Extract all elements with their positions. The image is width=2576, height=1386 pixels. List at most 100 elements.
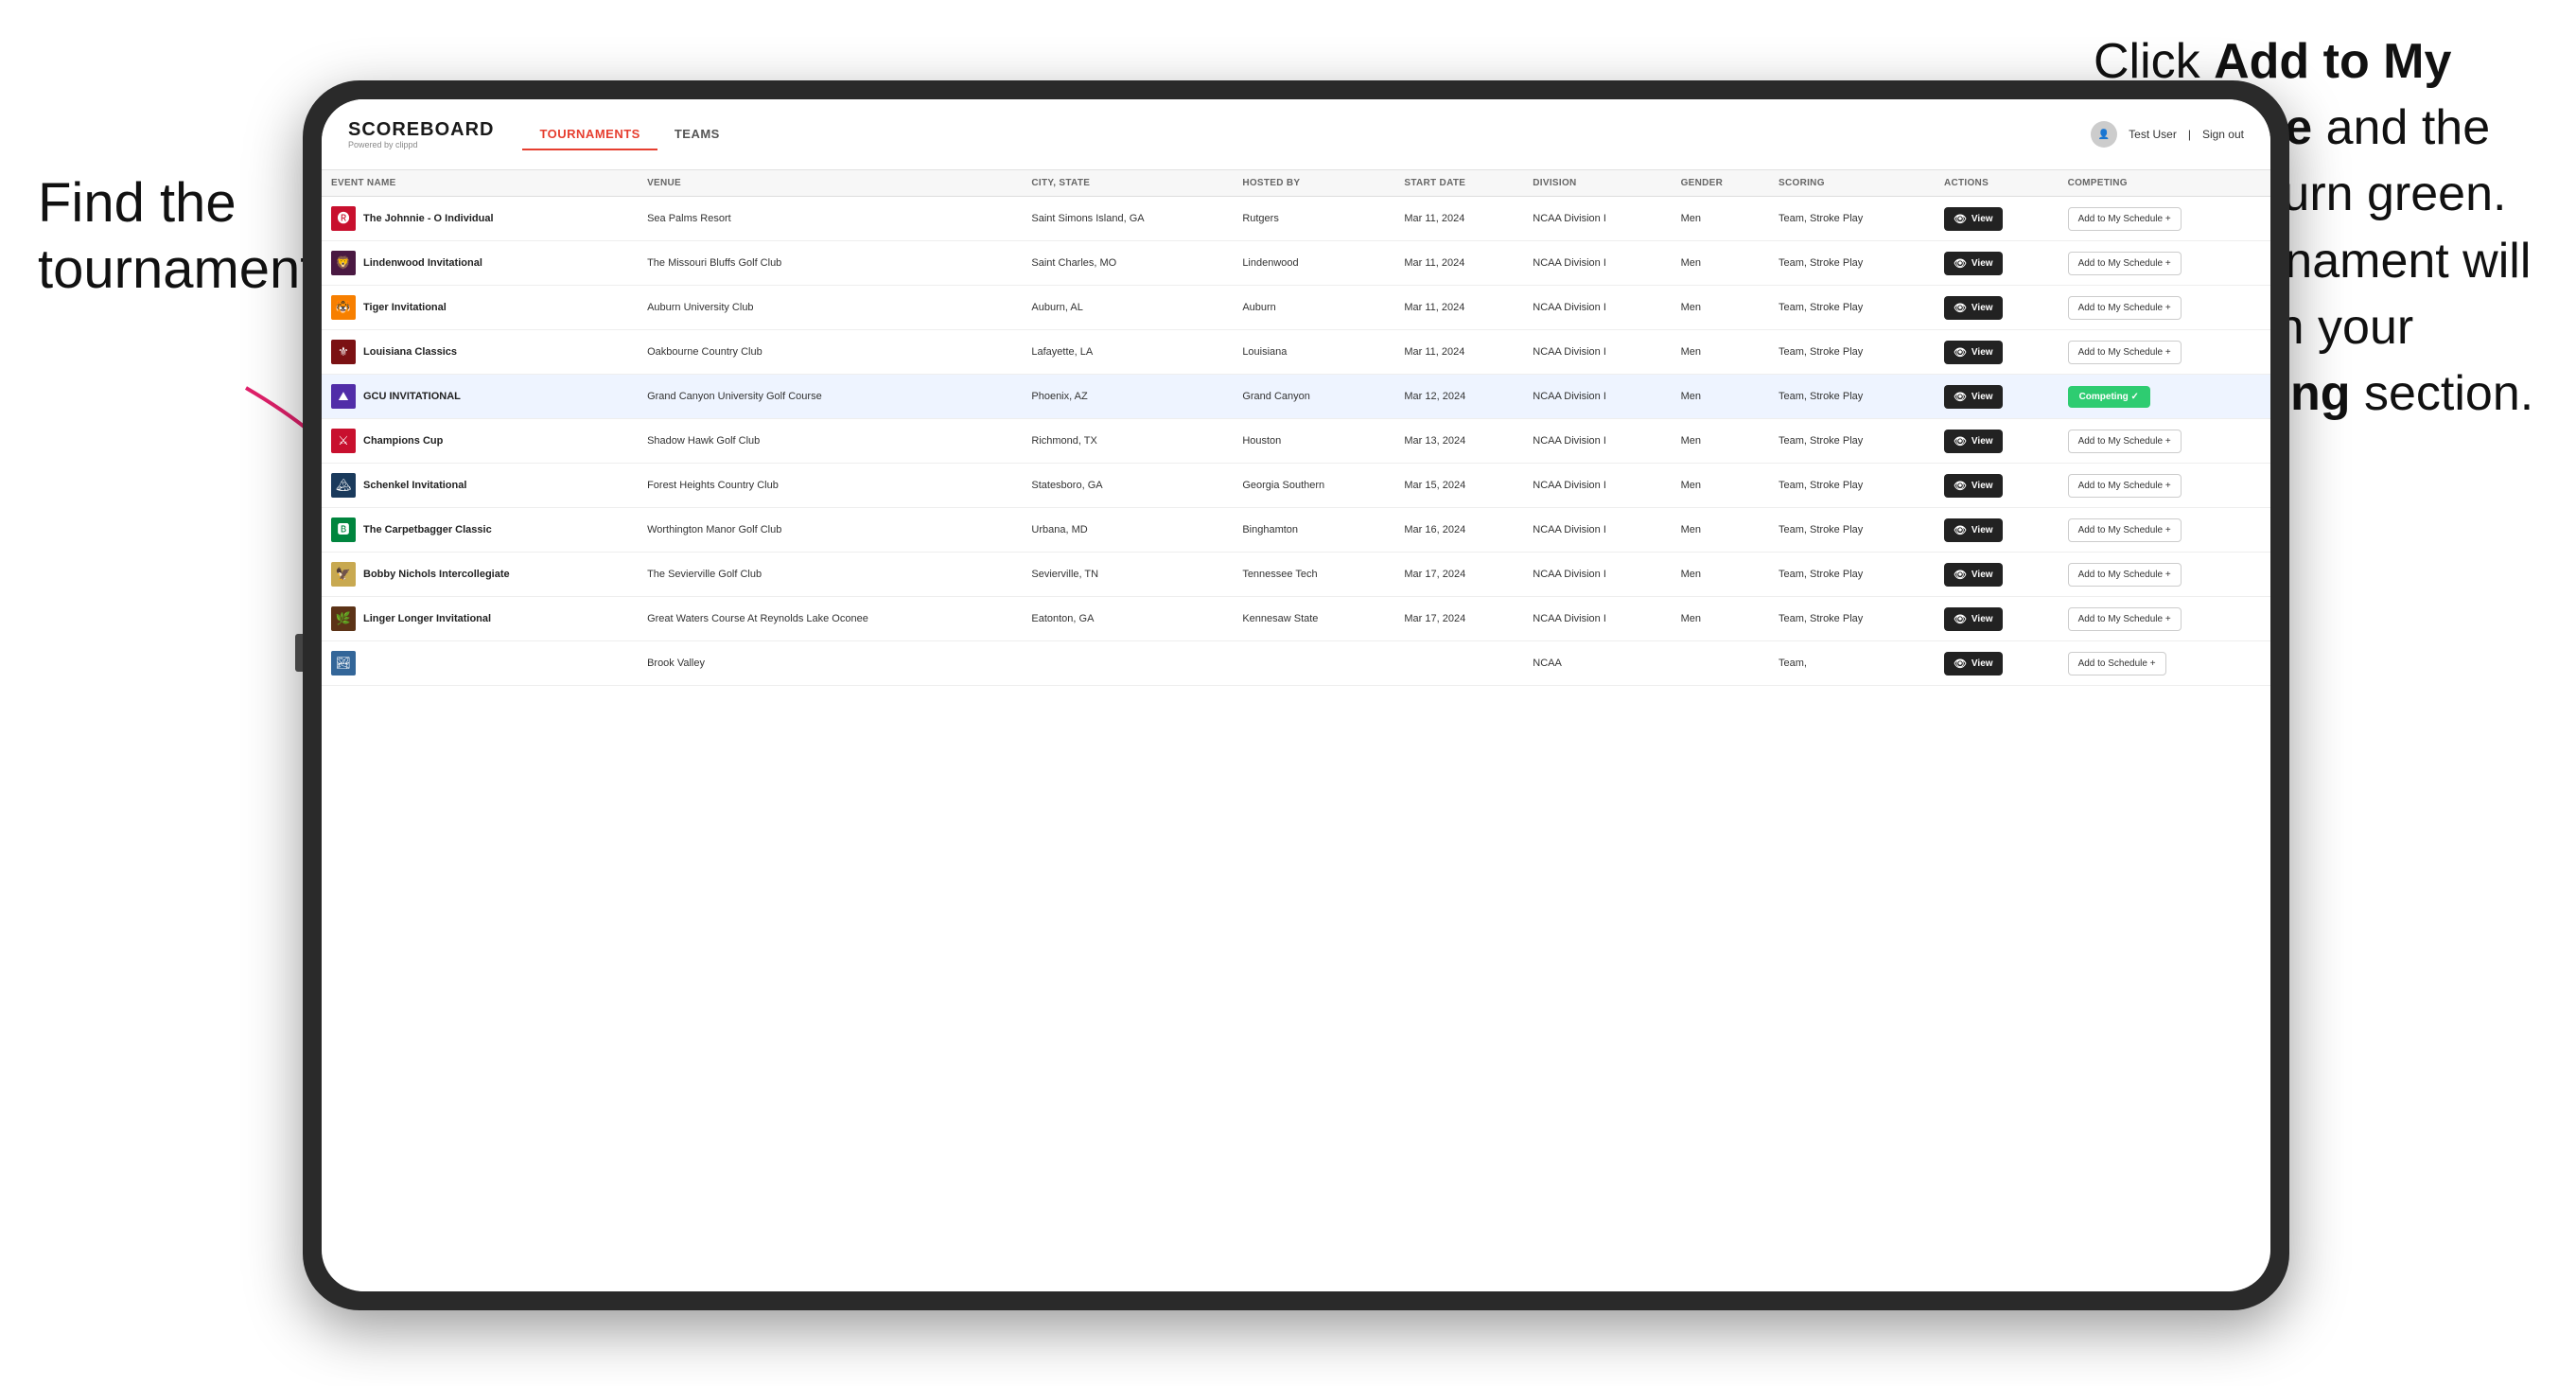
view-button[interactable]: 👁 View [1944, 207, 2003, 231]
cell-city_state: Statesboro, GA [1022, 464, 1233, 508]
tablet-side-button [295, 634, 303, 672]
cell-venue: The Sevierville Golf Club [638, 553, 1022, 597]
cell-city_state: Sevierville, TN [1022, 553, 1233, 597]
table-row: 🅡 The Johnnie - O Individual Sea Palms R… [322, 197, 2270, 241]
competing-cell: Add to My Schedule + [2059, 286, 2270, 330]
actions-cell: 👁 View [1935, 553, 2059, 597]
add-to-schedule-button[interactable]: Add to My Schedule + [2068, 474, 2182, 498]
actions-cell: 👁 View [1935, 375, 2059, 419]
view-button[interactable]: 👁 View [1944, 341, 2003, 364]
cell-venue: Worthington Manor Golf Club [638, 508, 1022, 553]
cell-gender: Men [1672, 241, 1769, 286]
logo-text: SCOREBOARD [348, 120, 494, 139]
add-to-schedule-button[interactable]: Add to My Schedule + [2068, 518, 2182, 542]
add-to-schedule-button[interactable]: Add to My Schedule + [2068, 430, 2182, 453]
add-to-schedule-button[interactable]: Add to My Schedule + [2068, 607, 2182, 631]
view-button[interactable]: 👁 View [1944, 385, 2003, 409]
col-actions: ACTIONS [1935, 170, 2059, 197]
view-button[interactable]: 👁 View [1944, 563, 2003, 587]
sign-out-link[interactable]: Sign out [2202, 128, 2244, 141]
competing-button[interactable]: Competing ✓ [2068, 386, 2150, 408]
cell-gender: Men [1672, 553, 1769, 597]
cell-start_date: Mar 11, 2024 [1394, 241, 1523, 286]
team-logo: 🌿 [331, 606, 356, 631]
cell-scoring: Team, Stroke Play [1769, 197, 1935, 241]
col-division: DIVISION [1523, 170, 1671, 197]
cell-hosted_by: Kennesaw State [1233, 597, 1394, 641]
view-button[interactable]: 👁 View [1944, 296, 2003, 320]
team-logo: 🅱 [331, 518, 356, 542]
cell-gender: Men [1672, 464, 1769, 508]
add-to-schedule-button[interactable]: Add to Schedule + [2068, 652, 2166, 675]
add-to-schedule-button[interactable]: Add to My Schedule + [2068, 296, 2182, 320]
logo-sub: Powered by clippd [348, 140, 494, 149]
table-row: ⚔ Champions Cup Shadow Hawk Golf ClubRic… [322, 419, 2270, 464]
cell-venue: Forest Heights Country Club [638, 464, 1022, 508]
cell-division: NCAA Division I [1523, 241, 1671, 286]
cell-hosted_by: Lindenwood [1233, 241, 1394, 286]
add-to-schedule-button[interactable]: Add to My Schedule + [2068, 341, 2182, 364]
cell-hosted_by: Houston [1233, 419, 1394, 464]
tablet-frame: SCOREBOARD Powered by clippd TOURNAMENTS… [303, 80, 2289, 1310]
team-logo: 🐯 [331, 295, 356, 320]
cell-hosted_by: Binghamton [1233, 508, 1394, 553]
cell-city_state: Auburn, AL [1022, 286, 1233, 330]
competing-cell: Add to My Schedule + [2059, 330, 2270, 375]
cell-gender: Men [1672, 330, 1769, 375]
cell-scoring: Team, Stroke Play [1769, 508, 1935, 553]
view-button[interactable]: 👁 View [1944, 252, 2003, 275]
add-to-schedule-button[interactable]: Add to My Schedule + [2068, 252, 2182, 275]
event-name: Tiger Invitational [363, 301, 447, 314]
event-name: Louisiana Classics [363, 345, 457, 359]
view-button[interactable]: 👁 View [1944, 474, 2003, 498]
view-button[interactable]: 👁 View [1944, 518, 2003, 542]
cell-gender: Men [1672, 286, 1769, 330]
competing-cell: Add to My Schedule + [2059, 241, 2270, 286]
tournaments-table: EVENT NAME VENUE CITY, STATE HOSTED BY S… [322, 170, 2270, 686]
cell-hosted_by: Tennessee Tech [1233, 553, 1394, 597]
cell-scoring: Team, Stroke Play [1769, 241, 1935, 286]
eye-icon: 👁 [1954, 613, 1967, 625]
cell-city_state [1022, 641, 1233, 686]
eye-icon: 👁 [1954, 658, 1967, 670]
cell-hosted_by: Auburn [1233, 286, 1394, 330]
eye-icon: 👁 [1954, 302, 1967, 314]
table-header-row: EVENT NAME VENUE CITY, STATE HOSTED BY S… [322, 170, 2270, 197]
cell-city_state: Saint Simons Island, GA [1022, 197, 1233, 241]
table-container: EVENT NAME VENUE CITY, STATE HOSTED BY S… [322, 170, 2270, 1291]
col-hosted-by: HOSTED BY [1233, 170, 1394, 197]
cell-scoring: Team, Stroke Play [1769, 464, 1935, 508]
cell-start_date: Mar 11, 2024 [1394, 197, 1523, 241]
view-button[interactable]: 👁 View [1944, 607, 2003, 631]
team-logo: ⛰ [331, 384, 356, 409]
view-button[interactable]: 👁 View [1944, 652, 2003, 675]
team-logo: 🏔 [331, 473, 356, 498]
team-logo: 🅡 [331, 206, 356, 231]
nav-tab-teams[interactable]: TEAMS [657, 119, 737, 150]
eye-icon: 👁 [1954, 257, 1967, 270]
tablet-screen: SCOREBOARD Powered by clippd TOURNAMENTS… [322, 99, 2270, 1291]
actions-cell: 👁 View [1935, 597, 2059, 641]
cell-hosted_by: Grand Canyon [1233, 375, 1394, 419]
event-name: Lindenwood Invitational [363, 256, 482, 270]
cell-scoring: Team, Stroke Play [1769, 597, 1935, 641]
cell-gender [1672, 641, 1769, 686]
cell-start_date [1394, 641, 1523, 686]
cell-scoring: Team, [1769, 641, 1935, 686]
cell-venue: Great Waters Course At Reynolds Lake Oco… [638, 597, 1022, 641]
eye-icon: 👁 [1954, 346, 1967, 359]
col-venue: VENUE [638, 170, 1022, 197]
actions-cell: 👁 View [1935, 464, 2059, 508]
cell-hosted_by [1233, 641, 1394, 686]
cell-scoring: Team, Stroke Play [1769, 553, 1935, 597]
add-to-schedule-button[interactable]: Add to My Schedule + [2068, 563, 2182, 587]
view-button[interactable]: 👁 View [1944, 430, 2003, 453]
table-row: ⚜ Louisiana Classics Oakbourne Country C… [322, 330, 2270, 375]
logo-area: SCOREBOARD Powered by clippd [348, 120, 494, 149]
nav-tab-tournaments[interactable]: TOURNAMENTS [522, 119, 657, 150]
cell-start_date: Mar 11, 2024 [1394, 330, 1523, 375]
table-row: 🐯 Tiger Invitational Auburn University C… [322, 286, 2270, 330]
team-logo: 🏞 [331, 651, 356, 675]
col-scoring: SCORING [1769, 170, 1935, 197]
add-to-schedule-button[interactable]: Add to My Schedule + [2068, 207, 2182, 231]
